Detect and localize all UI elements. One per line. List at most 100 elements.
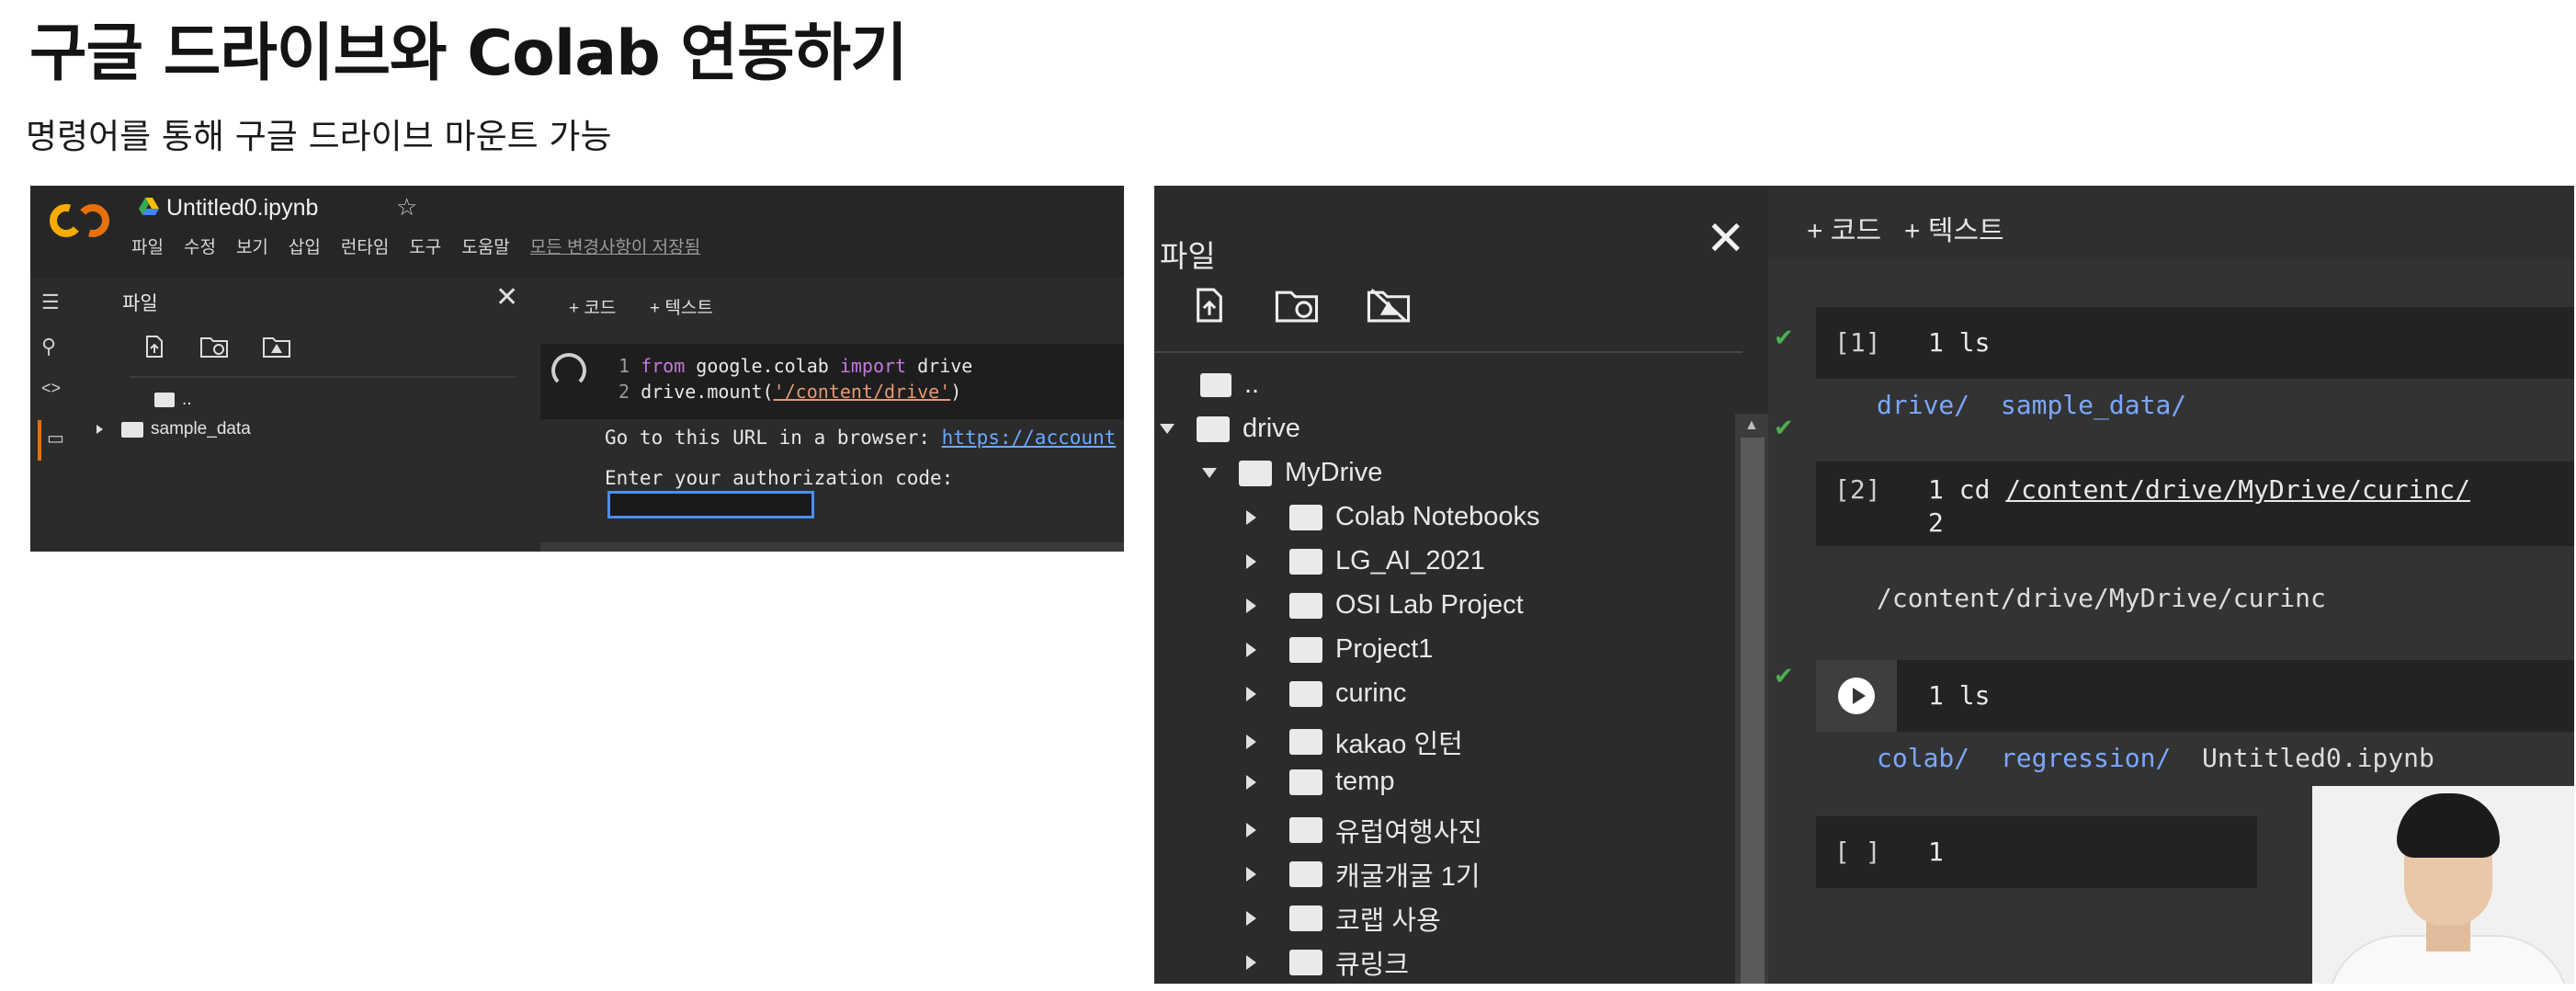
code-line-1: 1 from google.colab import drive: [618, 355, 973, 377]
scroll-up-icon[interactable]: ▲: [1744, 417, 1759, 434]
toc-icon[interactable]: ☰: [41, 290, 60, 314]
tree-item-label: 코랩 사용: [1335, 906, 1441, 936]
tree-item-folder[interactable]: 코랩 사용: [1246, 899, 1441, 938]
menu-insert[interactable]: 삽입: [289, 234, 321, 258]
scrollbar-thumb[interactable]: [1741, 438, 1765, 984]
tree-item-label: 캐굴개굴 1기: [1335, 862, 1481, 892]
mount-drive-icon[interactable]: [262, 335, 291, 359]
folder-up-icon: [154, 393, 175, 407]
code-cell-2[interactable]: [2] 1 cd /content/drive/MyDrive/curinc/ …: [1816, 461, 2574, 546]
expand-arrow-icon[interactable]: [1246, 598, 1256, 613]
colab-screenshot-right: 파일 ✕ .. drive MyDrive Colab Notebooks LG…: [1154, 186, 2574, 984]
colab-screenshot-left: Untitled0.ipynb ☆ 파일 수정 보기 삽입 런타임 도구 도움말…: [30, 186, 1124, 552]
expand-arrow-icon[interactable]: [1246, 642, 1256, 657]
unmount-drive-icon[interactable]: [1366, 287, 1412, 324]
tree-item-label: ..: [182, 390, 192, 409]
tree-item-label: 큐링크: [1335, 951, 1410, 980]
tree-item-folder[interactable]: temp: [1246, 767, 1394, 797]
add-text-button[interactable]: + 텍스트: [650, 294, 713, 319]
active-indicator: [38, 420, 41, 461]
tree-item-folder[interactable]: curinc: [1246, 678, 1406, 709]
close-icon[interactable]: ✕: [495, 281, 518, 313]
expand-arrow-icon[interactable]: [1246, 955, 1256, 970]
folder-icon: [1289, 906, 1322, 931]
add-code-button[interactable]: + 코드: [1807, 208, 1881, 248]
cell-code: 1 ls: [1928, 680, 1991, 711]
tree-item-sample-data[interactable]: sample_data: [96, 419, 251, 439]
tree-item-parent[interactable]: ..: [154, 390, 192, 410]
run-cell-button[interactable]: [1816, 660, 1897, 732]
play-triangle: [1853, 688, 1866, 704]
upload-icon[interactable]: [1191, 287, 1228, 324]
expand-arrow-icon[interactable]: [1246, 686, 1256, 701]
tree-item-mydrive[interactable]: MyDrive: [1202, 458, 1382, 488]
collapse-arrow-icon[interactable]: [1202, 468, 1217, 478]
tree-item-label: OSI Lab Project: [1335, 590, 1524, 620]
menu-view[interactable]: 보기: [236, 234, 268, 258]
expand-arrow-icon[interactable]: [1246, 509, 1256, 525]
expand-arrow-icon[interactable]: [1246, 553, 1256, 569]
tree-item-folder[interactable]: OSI Lab Project: [1246, 590, 1524, 621]
search-icon[interactable]: ⚲: [41, 335, 56, 359]
cell-code: 1: [1928, 837, 1944, 867]
notebook-title[interactable]: Untitled0.ipynb: [166, 195, 318, 222]
code-cell-4[interactable]: [ ] 1: [1816, 816, 2257, 888]
tree-item-folder[interactable]: LG_AI_2021: [1246, 546, 1485, 576]
code-cell-3[interactable]: 1 ls: [1816, 660, 2574, 732]
expand-arrow-icon[interactable]: [96, 425, 103, 434]
saved-status[interactable]: 모든 변경사항이 저장됨: [530, 234, 700, 258]
tree-item-label: sample_data: [151, 419, 251, 439]
expand-arrow-icon[interactable]: [1246, 774, 1256, 790]
code-snippets-icon[interactable]: <>: [41, 379, 61, 398]
cell-output-3: colab/ regression/ Untitled0.ipynb: [1877, 743, 2434, 773]
expand-arrow-icon[interactable]: [1246, 911, 1256, 926]
refresh-folder-icon[interactable]: [1274, 287, 1320, 324]
folder-icon: [1239, 460, 1272, 486]
refresh-folder-icon[interactable]: [199, 335, 229, 359]
tree-item-folder[interactable]: 큐링크: [1246, 943, 1409, 982]
divider: [1154, 351, 1742, 353]
auth-code-input[interactable]: [607, 491, 814, 518]
expand-arrow-icon[interactable]: [1246, 867, 1256, 882]
expand-arrow-icon[interactable]: [1246, 823, 1256, 837]
code-cell-1[interactable]: [1] 1 ls: [1816, 307, 2574, 379]
tree-item-label: kakao 인턴: [1335, 730, 1463, 759]
divider: [130, 376, 516, 378]
close-icon[interactable]: ✕: [1706, 211, 1746, 267]
star-icon[interactable]: ☆: [396, 193, 417, 222]
tree-item-folder[interactable]: kakao 인턴: [1246, 723, 1463, 761]
colab-logo-icon: [50, 204, 109, 237]
execution-count: [2]: [1834, 474, 1881, 505]
check-icon: ✔: [1774, 414, 1794, 441]
execution-count: [ ]: [1834, 837, 1881, 867]
tree-item-folder[interactable]: 유럽여행사진: [1246, 811, 1482, 849]
menu-tools[interactable]: 도구: [409, 234, 441, 258]
menu-help[interactable]: 도움말: [461, 234, 509, 258]
menu-file[interactable]: 파일: [131, 234, 164, 258]
tree-item-folder[interactable]: Project1: [1246, 634, 1433, 665]
collapse-arrow-icon[interactable]: [1160, 424, 1175, 434]
files-scrollbar[interactable]: ▲: [1735, 414, 1770, 984]
tree-item-label: Colab Notebooks: [1335, 502, 1540, 531]
notebook-toolbar: + 코드 + 텍스트: [541, 278, 1124, 333]
code-line-2: 2 drive.mount('/content/drive'): [618, 381, 962, 403]
add-code-button[interactable]: + 코드: [569, 294, 616, 319]
add-text-button[interactable]: + 텍스트: [1904, 208, 2004, 248]
code-cell[interactable]: 1 from google.colab import drive 2 drive…: [540, 344, 1124, 419]
tree-item-label: temp: [1335, 767, 1395, 796]
expand-arrow-icon[interactable]: [1246, 735, 1256, 749]
tree-item-folder[interactable]: 캐굴개굴 1기: [1246, 855, 1481, 894]
tree-item-parent[interactable]: ..: [1200, 370, 1259, 400]
auth-url-link[interactable]: https://account: [942, 427, 1117, 449]
menu-edit[interactable]: 수정: [184, 234, 216, 258]
presenter-webcam: [2312, 786, 2574, 984]
running-spinner-icon[interactable]: [551, 353, 586, 388]
file-actions: [142, 335, 291, 359]
tree-item-drive[interactable]: drive: [1160, 414, 1300, 444]
menu-runtime[interactable]: 런타임: [341, 234, 389, 258]
folder-icon[interactable]: ▭: [47, 427, 64, 450]
files-panel-title: 파일: [122, 293, 158, 314]
tree-item-folder[interactable]: Colab Notebooks: [1246, 502, 1539, 532]
file-actions: [1191, 287, 1412, 324]
upload-icon[interactable]: [142, 335, 166, 359]
